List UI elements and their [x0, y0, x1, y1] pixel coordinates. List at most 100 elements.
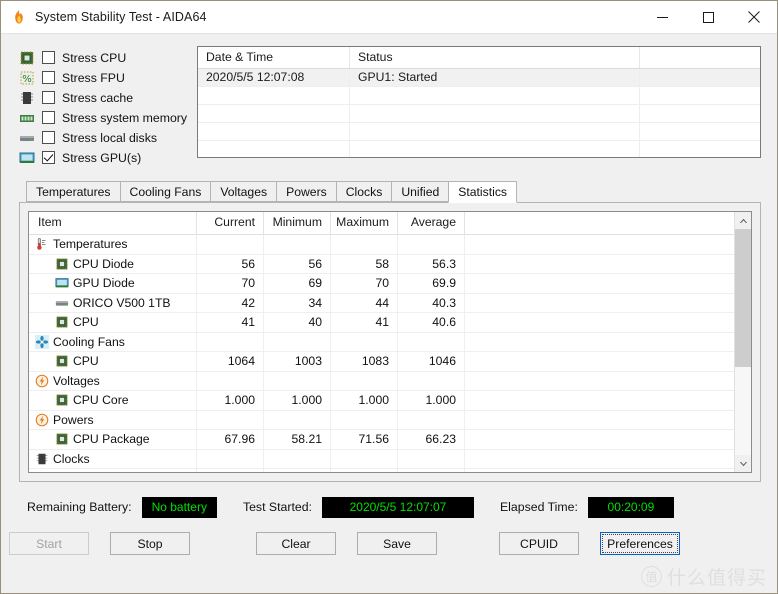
stress-disks-checkbox[interactable]	[42, 131, 55, 144]
fan-icon	[35, 334, 49, 349]
stress-option-label: Stress FPU	[62, 70, 125, 85]
table-row[interactable]: CPU Core 1.000 1.000 1.000 1.000	[29, 391, 734, 411]
tab-voltages[interactable]: Voltages	[210, 181, 277, 202]
table-row[interactable]: Temperatures	[29, 235, 734, 255]
cache-chip-icon	[19, 90, 35, 106]
stress-option-disks[interactable]: Stress local disks	[19, 128, 184, 147]
log-cell-empty	[640, 141, 760, 157]
stress-option-label: Stress GPU(s)	[62, 150, 142, 165]
table-row[interactable]: Voltages	[29, 371, 734, 391]
log-column-datetime[interactable]: Date & Time	[198, 47, 350, 68]
column-header-average[interactable]: Average	[398, 212, 465, 234]
scroll-down-icon[interactable]	[735, 455, 751, 472]
statistics-filler	[465, 391, 734, 410]
table-row[interactable]: CPU 41 40 41 40.6	[29, 313, 734, 333]
table-row[interactable]: ORICO V500 1TB 42 34 44 40.3	[29, 293, 734, 313]
statistics-maximum: 58	[331, 254, 398, 273]
table-row[interactable]: Cooling Fans	[29, 332, 734, 352]
statistics-maximum: 41	[331, 313, 398, 332]
stress-option-label: Stress CPU	[62, 50, 127, 65]
stop-button[interactable]: Stop	[110, 532, 190, 555]
statistics-maximum	[331, 371, 398, 390]
gpu-card-icon	[19, 150, 35, 166]
tab-label: Powers	[286, 184, 327, 199]
column-header-maximum[interactable]: Maximum	[331, 212, 398, 234]
statistics-filler	[465, 235, 734, 254]
statistics-current	[197, 449, 264, 468]
battery-label: Remaining Battery:	[27, 500, 132, 514]
tab-label: Statistics	[458, 185, 508, 199]
stress-memory-checkbox[interactable]	[42, 111, 55, 124]
preferences-button[interactable]: Preferences	[600, 532, 680, 555]
tab-temperatures[interactable]: Temperatures	[26, 181, 120, 202]
tab-statistics[interactable]: Statistics	[448, 181, 518, 203]
statistics-item-label: Cooling Fans	[53, 334, 125, 349]
statistics-average: 69.9	[398, 274, 465, 293]
cpuid-button[interactable]: CPUID	[499, 532, 579, 555]
log-cell-status: GPU1: Started	[350, 69, 640, 86]
tab-clocks[interactable]: Clocks	[335, 181, 392, 202]
stress-cpu-checkbox[interactable]	[42, 51, 55, 64]
table-row[interactable]: 2020/5/5 12:07:08 GPU1: Started	[198, 69, 760, 87]
statistics-item-label: CPU	[73, 354, 99, 369]
close-button[interactable]	[731, 1, 777, 33]
statistics-table[interactable]: Item Current Minimum Maximum Average Tem…	[28, 211, 752, 473]
column-header-minimum[interactable]: Minimum	[264, 212, 331, 234]
statistics-item-cell: ORICO V500 1TB	[29, 293, 197, 312]
statistics-item-label: CPU Diode	[73, 256, 134, 271]
statistics-item-cell: Clocks	[29, 449, 197, 468]
minimize-button[interactable]	[639, 1, 685, 33]
maximize-button[interactable]	[685, 1, 731, 33]
statistics-average: 40.6	[398, 313, 465, 332]
gpu-card-icon	[55, 276, 69, 290]
voltage-bolt-icon	[35, 374, 49, 388]
column-header-current[interactable]: Current	[197, 212, 264, 234]
statistics-item-cell: CPU Package	[29, 430, 197, 449]
statistics-average	[398, 410, 465, 429]
log-column-status[interactable]: Status	[350, 47, 640, 68]
stress-cache-checkbox[interactable]	[42, 91, 55, 104]
table-row[interactable]: CPU Package 67.96 58.21 71.56 66.23	[29, 430, 734, 450]
voltage-bolt-icon	[35, 413, 49, 427]
tab-powers[interactable]: Powers	[276, 181, 336, 202]
window-client-area: Stress CPU % Stress FPU Stress cache Str…	[1, 33, 777, 593]
table-row[interactable]: Clocks	[29, 449, 734, 469]
statistics-table-body: Item Current Minimum Maximum Average Tem…	[29, 212, 734, 472]
scroll-up-icon[interactable]	[735, 212, 751, 229]
clear-button[interactable]: Clear	[256, 532, 336, 555]
save-button[interactable]: Save	[357, 532, 437, 555]
stress-option-fpu[interactable]: % Stress FPU	[19, 68, 184, 87]
statistics-item-label: Clocks	[53, 451, 90, 466]
column-header-item[interactable]: Item	[29, 212, 197, 234]
stress-option-gpu[interactable]: Stress GPU(s)	[19, 148, 184, 167]
table-row[interactable]: CPU Clock 4450 4450 4450 4450.1	[29, 469, 734, 472]
start-button[interactable]: Start	[9, 532, 89, 555]
table-row	[198, 105, 760, 123]
statistics-item-cell: CPU	[29, 313, 197, 332]
statistics-item-label: CPU Core	[73, 393, 129, 408]
statistics-maximum: 71.56	[331, 430, 398, 449]
scrollbar-thumb[interactable]	[735, 229, 751, 367]
cpu-chip-icon	[55, 393, 69, 407]
stress-option-cache[interactable]: Stress cache	[19, 88, 184, 107]
site-watermark: 值 什么值得买	[640, 563, 767, 590]
elapsed-time-label: Elapsed Time:	[499, 500, 578, 514]
tab-label: Unified	[401, 184, 440, 199]
stress-fpu-checkbox[interactable]	[42, 71, 55, 84]
table-row[interactable]: CPU 1064 1003 1083 1046	[29, 352, 734, 372]
tab-cooling-fans[interactable]: Cooling Fans	[119, 181, 211, 202]
stress-option-memory[interactable]: Stress system memory	[19, 108, 187, 127]
statistics-item-cell: Powers	[29, 410, 197, 429]
tab-unified[interactable]: Unified	[391, 181, 449, 202]
window-controls	[639, 1, 777, 33]
table-row[interactable]: GPU Diode 70 69 70 69.9	[29, 274, 734, 294]
table-row[interactable]: CPU Diode 56 56 58 56.3	[29, 254, 734, 274]
elapsed-time-value: 00:20:09	[587, 496, 674, 518]
stress-option-cpu[interactable]: Stress CPU	[19, 48, 184, 67]
table-row[interactable]: Powers	[29, 410, 734, 430]
statistics-scrollbar[interactable]	[734, 212, 751, 472]
scrollbar-track[interactable]	[735, 229, 751, 455]
stress-gpu-checkbox[interactable]	[42, 151, 55, 164]
statistics-minimum: 34	[264, 293, 331, 312]
event-log-table[interactable]: Date & Time Status 2020/5/5 12:07:08 GPU…	[197, 46, 761, 158]
